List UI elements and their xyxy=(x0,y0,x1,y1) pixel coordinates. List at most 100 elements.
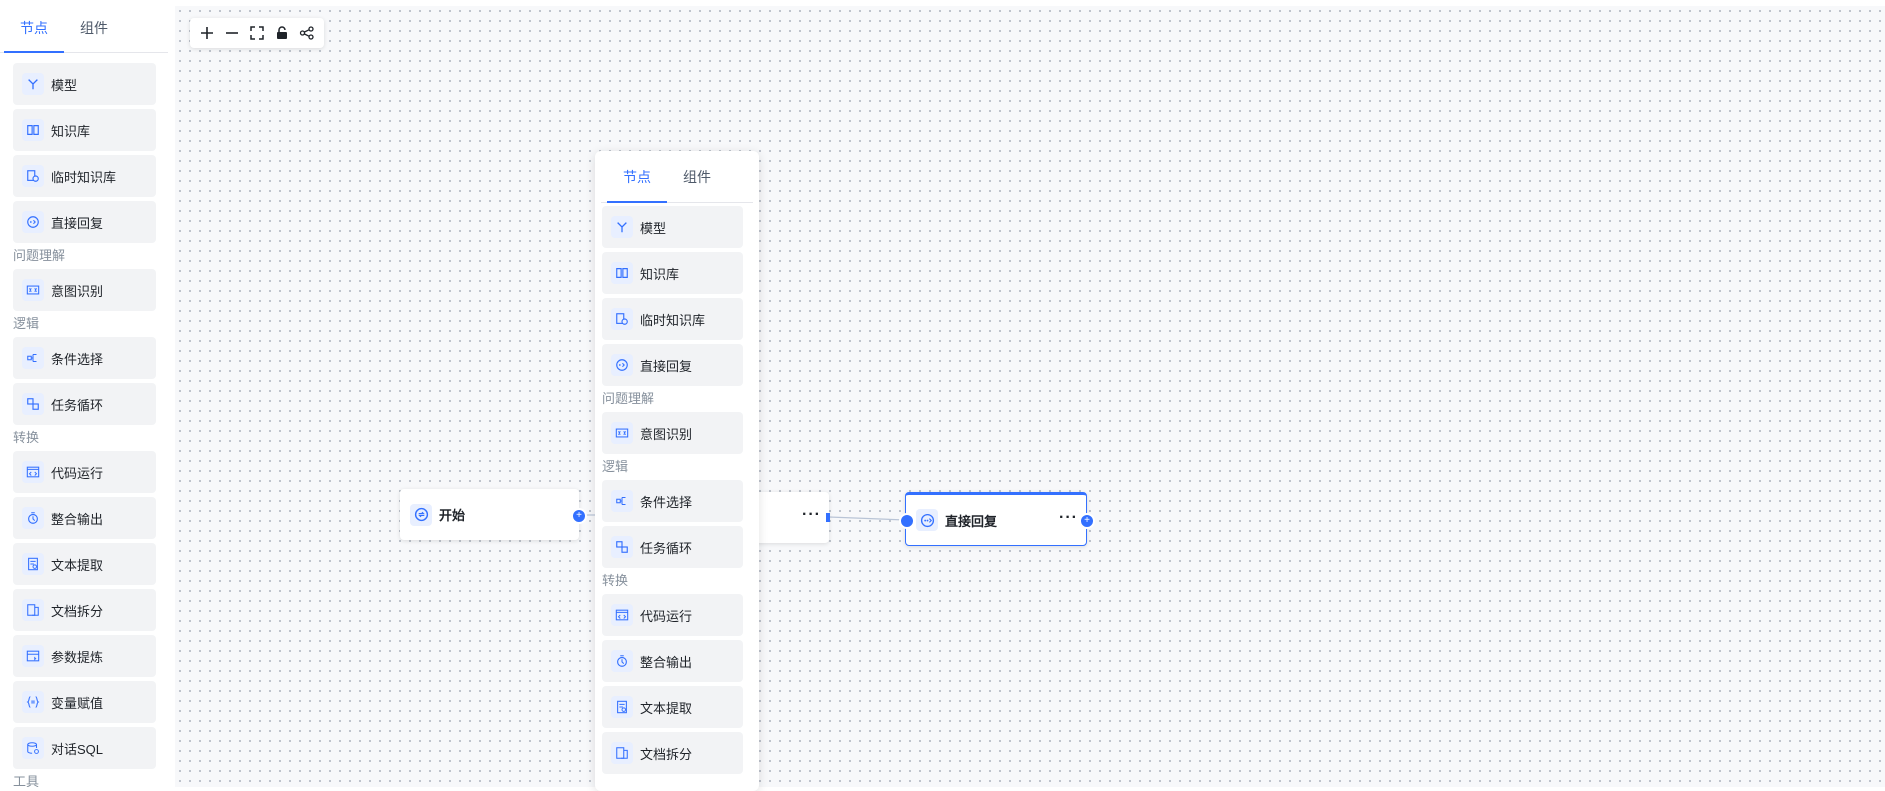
reply-icon xyxy=(27,216,39,228)
code-icon xyxy=(26,466,40,478)
popup-item[interactable]: 知识库 xyxy=(602,252,743,294)
text-extract-icon xyxy=(28,557,38,571)
sidebar-item-label: 代码运行 xyxy=(51,465,104,481)
reply-output-port[interactable]: + xyxy=(1079,513,1095,529)
popup-tabs: 节点 组件 xyxy=(601,151,753,203)
popup-tab-components[interactable]: 组件 xyxy=(667,151,727,202)
text-extract-icon xyxy=(617,700,627,714)
sidebar-item-label: 文档拆分 xyxy=(51,603,104,619)
sidebar-item-label: 意图识别 xyxy=(51,283,104,299)
popup-item[interactable]: 代码运行 xyxy=(602,594,743,636)
reply-node-title: 直接回复 xyxy=(945,513,998,529)
sidebar-item-label: 知识库 xyxy=(51,123,91,139)
start-output-port[interactable]: + xyxy=(571,508,587,524)
sidebar-item[interactable]: 临时知识库 xyxy=(13,155,156,197)
auto-layout-button[interactable] xyxy=(296,22,318,44)
sidebar-item-label: 对话SQL xyxy=(51,741,104,757)
zoom-out-button[interactable] xyxy=(221,22,243,44)
popup-item-label: 文本提取 xyxy=(640,700,693,716)
popup-item-label: 直接回复 xyxy=(640,358,693,374)
sidebar-item-label: 参数提炼 xyxy=(51,649,104,665)
popup-item-label: 模型 xyxy=(640,220,667,236)
popup-item[interactable]: 直接回复 xyxy=(602,344,743,386)
popup-item-label: 文档拆分 xyxy=(640,746,693,762)
temp-kb-icon xyxy=(27,170,39,182)
sidebar-item-label: 条件选择 xyxy=(51,351,104,367)
workflow-canvas[interactable] xyxy=(175,6,1885,787)
sidebar-item[interactable]: 知识库 xyxy=(13,109,156,151)
sidebar-item[interactable]: 意图识别 xyxy=(13,269,156,311)
popup-tab-nodes[interactable]: 节点 xyxy=(607,151,667,203)
fullscreen-icon xyxy=(250,26,264,40)
popup-item-label: 临时知识库 xyxy=(640,312,706,328)
popup-group-heading: 逻辑 xyxy=(602,459,629,474)
sidebar-item[interactable]: 条件选择 xyxy=(13,337,156,379)
popup-item[interactable]: 文档拆分 xyxy=(602,732,743,774)
popup-item[interactable]: 临时知识库 xyxy=(602,298,743,340)
branch-icon xyxy=(27,353,37,363)
sidebar-item-label: 整合输出 xyxy=(51,511,104,527)
sidebar-item[interactable]: 文本提取 xyxy=(13,543,156,585)
sidebar-item[interactable]: 参数提炼 xyxy=(13,635,156,677)
sidebar-item-label: 任务循环 xyxy=(51,397,104,413)
popup-group-heading: 转换 xyxy=(602,573,629,588)
fullscreen-button[interactable] xyxy=(246,22,268,44)
sidebar-item[interactable]: 文档拆分 xyxy=(13,589,156,631)
doc-split-icon xyxy=(27,604,39,616)
variable-icon xyxy=(26,696,40,708)
popup-item[interactable]: 模型 xyxy=(602,206,743,248)
sidebar-tabs: 节点 组件 xyxy=(0,0,168,53)
node-start[interactable]: 开始 + xyxy=(400,489,587,540)
sidebar-item[interactable]: 代码运行 xyxy=(13,451,156,493)
sidebar-item-label: 模型 xyxy=(51,77,78,93)
reply-icon xyxy=(616,359,628,371)
node-direct-reply[interactable]: 直接回复 ··· xyxy=(905,492,1087,546)
popup-item[interactable]: 意图识别 xyxy=(602,412,743,454)
canvas-toolbar xyxy=(190,18,324,48)
sidebar-item[interactable]: 对话SQL xyxy=(13,727,156,769)
zoom-in-button[interactable] xyxy=(196,22,218,44)
popup-item-label: 代码运行 xyxy=(640,608,693,624)
popup-item[interactable]: 整合输出 xyxy=(602,640,743,682)
popup-item-label: 整合输出 xyxy=(640,654,693,670)
popup-item[interactable]: 条件选择 xyxy=(602,480,743,522)
node-library-sidebar: 节点 组件 模型 知识库 临时知识库 直接回复 问题理解 意图识别 逻辑 条件选择 任务循环 转换… xyxy=(0,0,168,787)
zoom-out-icon xyxy=(225,32,238,34)
param-icon xyxy=(26,650,40,662)
tab-components[interactable]: 组件 xyxy=(64,0,124,52)
intent-icon xyxy=(26,285,40,295)
doc-split-icon xyxy=(616,747,628,759)
reply-node-icon-wrap xyxy=(916,509,938,531)
model-icon xyxy=(28,79,38,90)
sidebar-item[interactable]: 整合输出 xyxy=(13,497,156,539)
popup-item[interactable]: 任务循环 xyxy=(602,526,743,568)
reply-input-port[interactable] xyxy=(899,513,915,529)
tab-nodes[interactable]: 节点 xyxy=(4,0,64,53)
sidebar-item[interactable]: 任务循环 xyxy=(13,383,156,425)
sidebar-item[interactable]: 变量赋值 xyxy=(13,681,156,723)
sidebar-group-heading: 问题理解 xyxy=(13,248,66,263)
sidebar-item-label: 文本提取 xyxy=(51,557,104,573)
popup-item[interactable]: 文本提取 xyxy=(602,686,743,728)
book-icon xyxy=(616,268,628,278)
temp-kb-icon xyxy=(616,313,628,325)
reply-node-more-menu[interactable]: ··· xyxy=(1059,509,1078,527)
start-node-title: 开始 xyxy=(439,508,466,523)
book-icon xyxy=(27,125,39,135)
hidden-node-output-handle[interactable] xyxy=(826,513,830,522)
popup-item-label: 任务循环 xyxy=(640,540,693,556)
model-icon xyxy=(617,222,627,233)
popup-group-heading: 问题理解 xyxy=(602,391,655,406)
start-node-icon-wrap xyxy=(410,503,432,526)
zoom-in-icon xyxy=(200,27,213,39)
loop-icon xyxy=(616,541,628,553)
layout-icon xyxy=(300,26,314,40)
sidebar-item[interactable]: 直接回复 xyxy=(13,201,156,243)
lock-icon xyxy=(277,26,288,39)
sidebar-item-label: 变量赋值 xyxy=(51,695,104,711)
sidebar-item-label: 直接回复 xyxy=(51,215,104,231)
code-icon xyxy=(615,609,629,621)
sidebar-item[interactable]: 模型 xyxy=(13,63,156,105)
lock-button[interactable] xyxy=(271,22,293,44)
node-more-menu[interactable]: ··· xyxy=(802,506,821,524)
